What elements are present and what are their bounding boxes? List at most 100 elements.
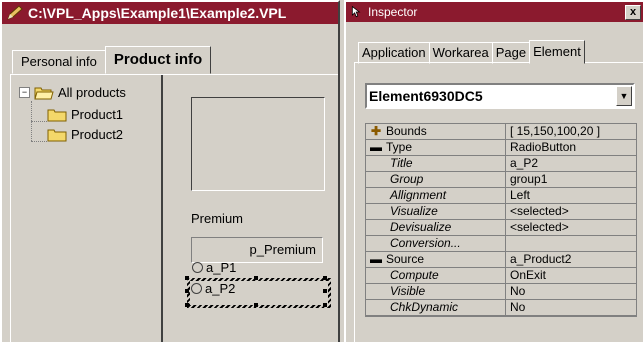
- resize-handle[interactable]: [323, 303, 327, 307]
- resize-handle[interactable]: [323, 276, 327, 280]
- property-name: ✚ Bounds: [366, 124, 506, 139]
- property-row[interactable]: Allignment Left: [366, 188, 636, 204]
- tree-label: All products: [58, 85, 126, 100]
- tree-item-product1[interactable]: Product1: [47, 107, 123, 122]
- pencil-app-icon: [7, 5, 23, 20]
- tab-workarea[interactable]: Workarea: [428, 42, 493, 64]
- collapse-icon[interactable]: ▬: [370, 252, 382, 267]
- designer-tabs: Personal info Product info: [12, 46, 212, 74]
- property-row[interactable]: ✚ Bounds [ 15,150,100,20 ]: [366, 124, 636, 140]
- property-row[interactable]: ▬ Type RadioButton: [366, 140, 636, 156]
- property-row[interactable]: Devisualize <selected>: [366, 220, 636, 236]
- property-name: Allignment: [366, 188, 506, 203]
- property-name: Visualize: [366, 204, 506, 219]
- property-row[interactable]: Visible No: [366, 284, 636, 300]
- property-row[interactable]: ▬ Source a_Product2: [366, 252, 636, 268]
- designer-title: C:\VPL_Apps\Example1\Example2.VPL: [28, 5, 287, 21]
- property-name-text: Allignment: [390, 188, 447, 202]
- property-value[interactable]: [ 15,150,100,20 ]: [506, 124, 636, 139]
- property-value[interactable]: No: [506, 300, 636, 315]
- element-panel: Element6930DC5 ▼ ✚ Bounds [ 15,150,100,20 …: [354, 62, 643, 342]
- designer-window: C:\VPL_Apps\Example1\Example2.VPL Person…: [0, 0, 340, 342]
- property-value[interactable]: Left: [506, 188, 636, 203]
- resize-handle[interactable]: [323, 289, 327, 293]
- resize-handle[interactable]: [185, 303, 189, 307]
- collapse-icon[interactable]: ▬: [370, 140, 382, 155]
- tab-product-info[interactable]: Product info: [104, 46, 212, 74]
- property-name: Title: [366, 156, 506, 171]
- product-info-panel: − All products Product1 Product2 Premium…: [10, 74, 338, 342]
- property-value[interactable]: OnExit: [506, 268, 636, 283]
- resize-handle[interactable]: [185, 276, 189, 280]
- property-value[interactable]: <selected>: [506, 220, 636, 235]
- tree-item-product2[interactable]: Product2: [47, 127, 123, 142]
- property-value[interactable]: a_Product2: [506, 252, 636, 267]
- property-row[interactable]: Title a_P2: [366, 156, 636, 172]
- property-row[interactable]: Group group1: [366, 172, 636, 188]
- property-name-text: Devisualize: [390, 220, 452, 234]
- element-select-value: Element6930DC5: [369, 88, 483, 104]
- property-value[interactable]: a_P2: [506, 156, 636, 171]
- tree-item-all-products[interactable]: − All products: [19, 85, 126, 100]
- inspector-title: Inspector: [368, 5, 418, 19]
- property-row[interactable]: Conversion...: [366, 236, 636, 252]
- folder-icon: [47, 129, 67, 142]
- resize-handle[interactable]: [254, 276, 258, 280]
- tree-label: Product1: [71, 107, 124, 122]
- close-icon[interactable]: x: [625, 5, 641, 20]
- property-name: Devisualize: [366, 220, 506, 235]
- property-name: Group: [366, 172, 506, 187]
- inspector-tabs: Application Workarea Page Element: [358, 40, 585, 64]
- property-row[interactable]: ChkDynamic No: [366, 300, 636, 316]
- radio-label: a_P2: [205, 281, 236, 296]
- tab-personal-info[interactable]: Personal info: [12, 50, 106, 74]
- expand-icon[interactable]: ✚: [370, 124, 382, 139]
- open-folder-icon: [34, 87, 54, 100]
- dropdown-arrow-icon[interactable]: ▼: [616, 86, 632, 106]
- premium-label: Premium: [191, 211, 244, 226]
- property-name: Compute: [366, 268, 506, 283]
- property-name-text: Title: [390, 156, 413, 170]
- property-value[interactable]: group1: [506, 172, 636, 187]
- radio-a-p1[interactable]: a_P1: [192, 260, 236, 275]
- folder-icon: [47, 109, 67, 122]
- property-name-text: Group: [390, 172, 424, 186]
- property-value[interactable]: RadioButton: [506, 140, 636, 155]
- property-name: ChkDynamic: [366, 300, 506, 315]
- property-name: Visible: [366, 284, 506, 299]
- property-name-text: Visible: [390, 284, 426, 298]
- property-value[interactable]: <selected>: [506, 204, 636, 219]
- property-name: ▬ Source: [366, 252, 506, 267]
- property-value[interactable]: No: [506, 284, 636, 299]
- property-name-text: Compute: [390, 268, 439, 282]
- tree-label: Product2: [71, 127, 124, 142]
- property-name-text: Bounds: [386, 124, 427, 138]
- property-name-text: Conversion...: [390, 236, 461, 250]
- property-row[interactable]: Compute OnExit: [366, 268, 636, 284]
- image-placeholder[interactable]: [191, 97, 325, 191]
- element-select[interactable]: Element6930DC5 ▼: [365, 83, 635, 109]
- property-grid: ✚ Bounds [ 15,150,100,20 ] ▬ Type RadioButton…: [365, 123, 637, 317]
- property-name: ▬ Type: [366, 140, 506, 155]
- property-name-text: Type: [386, 140, 413, 154]
- resize-handle[interactable]: [254, 303, 258, 307]
- tab-element[interactable]: Element: [529, 40, 585, 64]
- property-row[interactable]: Visualize <selected>: [366, 204, 636, 220]
- inspector-titlebar[interactable]: Inspector x: [346, 2, 643, 22]
- property-name-text: Source: [386, 252, 425, 266]
- designer-titlebar[interactable]: C:\VPL_Apps\Example1\Example2.VPL: [2, 2, 338, 24]
- radio-circle-icon: [191, 283, 202, 294]
- radio-label: a_P1: [206, 260, 237, 275]
- product-tree[interactable]: − All products Product1 Product2: [11, 75, 163, 342]
- cursor-icon: [351, 5, 361, 18]
- resize-handle[interactable]: [185, 289, 189, 293]
- radio-a-p2[interactable]: a_P2: [191, 281, 235, 296]
- tab-page[interactable]: Page: [491, 42, 531, 64]
- property-name-text: Visualize: [390, 204, 438, 218]
- property-name-text: ChkDynamic: [390, 300, 459, 314]
- inspector-window: Inspector x Application Workarea Page El…: [344, 0, 643, 342]
- collapse-icon[interactable]: −: [19, 87, 30, 98]
- property-value[interactable]: [506, 236, 636, 251]
- tab-application[interactable]: Application: [358, 42, 430, 64]
- property-name: Conversion...: [366, 236, 506, 251]
